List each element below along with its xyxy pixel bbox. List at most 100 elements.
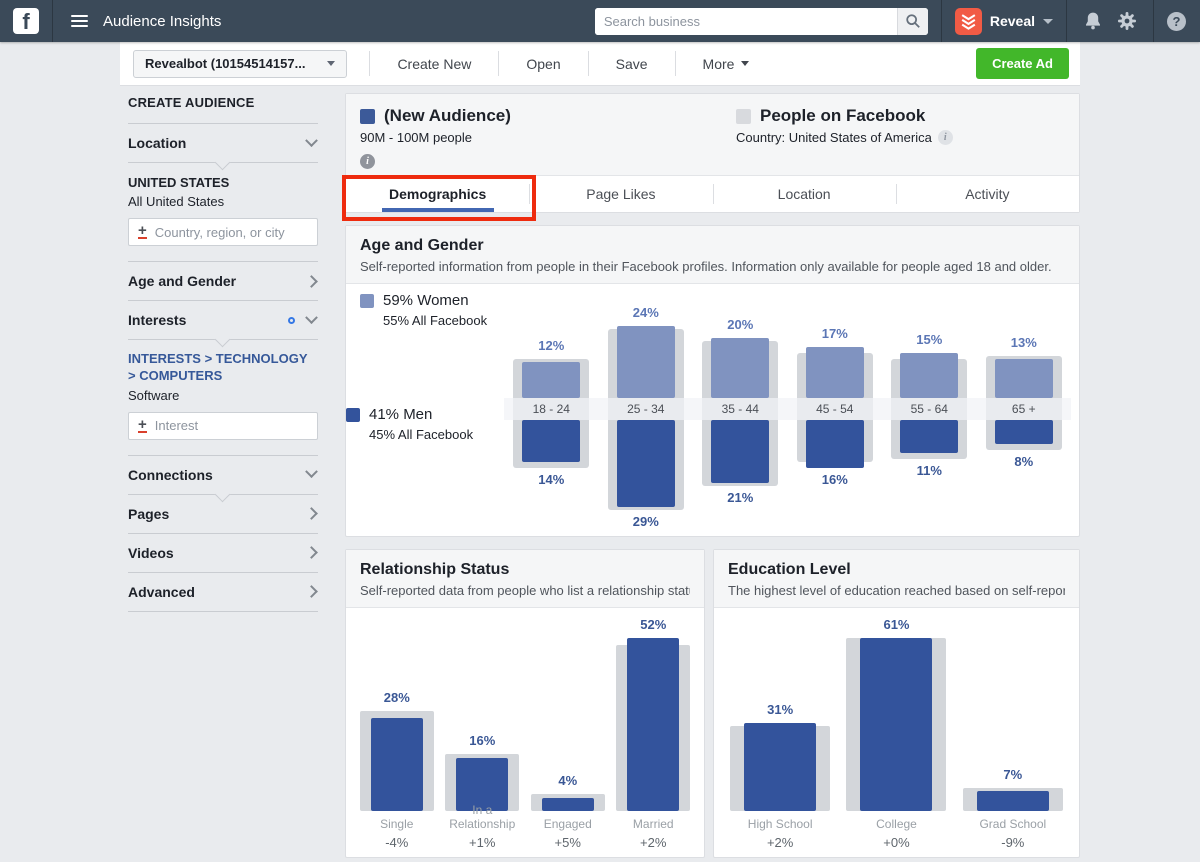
education-level-card: Education Level The highest level of edu… bbox=[713, 549, 1080, 858]
pages-label: Pages bbox=[128, 505, 170, 522]
women-value-label: 17% bbox=[821, 326, 848, 341]
bar-delta-label: -9% bbox=[1001, 835, 1025, 850]
audience-dropdown-label: Revealbot (10154514157... bbox=[145, 56, 306, 71]
info-icon[interactable]: i bbox=[360, 154, 375, 169]
bar-group: 52% Married +2% bbox=[611, 608, 697, 855]
connections-panel bbox=[128, 486, 318, 503]
benchmark-color-swatch bbox=[736, 108, 751, 124]
men-bar bbox=[900, 420, 959, 453]
age-group: 24% 29% 25 - 34 bbox=[599, 289, 694, 529]
men-value-label: 21% bbox=[727, 490, 754, 505]
more-button[interactable]: More bbox=[676, 42, 777, 85]
section-subtitle: The highest level of education reached b… bbox=[728, 583, 1065, 598]
gear-icon bbox=[1118, 12, 1136, 30]
people-on-facebook-column: People on Facebook Country: United State… bbox=[736, 106, 1065, 169]
benchmark-title: People on Facebook bbox=[760, 106, 926, 125]
bar-delta-label: +2% bbox=[640, 835, 667, 850]
relationship-status-chart: 28% Single -4% 16% In a Relationship +1% 4% Eng… bbox=[354, 608, 696, 855]
bar-value-label: 28% bbox=[383, 690, 410, 706]
relationship-status-header: Relationship Status Self-reported data f… bbox=[346, 550, 704, 608]
account-menu[interactable]: Reveal bbox=[954, 7, 1053, 35]
search-button[interactable] bbox=[896, 7, 928, 35]
interest-input[interactable] bbox=[154, 418, 308, 434]
bar-category-label: Single bbox=[380, 817, 414, 831]
women-value-label: 12% bbox=[538, 338, 565, 353]
bar-value-label: 7% bbox=[1003, 767, 1023, 783]
men-bar bbox=[616, 420, 675, 507]
tab-page-likes[interactable]: Page Likes bbox=[529, 176, 712, 212]
chevron-down-icon bbox=[305, 465, 318, 479]
interests-panel: INTERESTS > TECHNOLOGY > COMPUTERS Softw… bbox=[128, 331, 318, 455]
create-audience-sidebar: CREATE AUDIENCE Location UNITED STATES A… bbox=[128, 88, 318, 612]
sidebar-item-age-gender[interactable]: Age and Gender bbox=[128, 261, 318, 300]
create-new-button[interactable]: Create New bbox=[370, 42, 498, 85]
notifications-button[interactable] bbox=[1080, 8, 1106, 34]
audience-size: 90M - 100M people bbox=[360, 130, 473, 145]
women-bar bbox=[994, 359, 1053, 398]
bar-group: 7% Grad School -9% bbox=[955, 608, 1071, 855]
men-bar bbox=[711, 420, 770, 483]
age-gender-header: Age and Gender Self-reported information… bbox=[346, 226, 1079, 284]
section-title: Relationship Status bbox=[360, 561, 510, 578]
age-range-label: 18 - 24 bbox=[532, 402, 570, 416]
interest-value: Software bbox=[128, 387, 180, 403]
bar-value-label: 61% bbox=[883, 617, 910, 632]
audience-dropdown[interactable]: Revealbot (10154514157... bbox=[133, 49, 348, 78]
location-input[interactable] bbox=[154, 224, 308, 240]
tab-demographics[interactable]: Demographics bbox=[346, 176, 529, 212]
bar-delta-label: -4% bbox=[385, 835, 409, 850]
section-title: Age and Gender bbox=[360, 237, 484, 254]
relationship-status-card: Relationship Status Self-reported data f… bbox=[345, 549, 705, 858]
nav-divider bbox=[1153, 0, 1154, 42]
bar-group: 28% Single -4% bbox=[354, 608, 440, 855]
help-button[interactable]: ? bbox=[1167, 11, 1186, 31]
tab-activity[interactable]: Activity bbox=[895, 176, 1079, 212]
men-value-label: 11% bbox=[916, 463, 942, 478]
education-level-header: Education Level The highest level of edu… bbox=[714, 550, 1079, 608]
facebook-logo[interactable]: f bbox=[13, 8, 39, 34]
bar-delta-label: +2% bbox=[766, 835, 794, 850]
info-icon[interactable]: i bbox=[937, 130, 953, 145]
audience-summary-header: (New Audience) 90M - 100M people i Peopl… bbox=[346, 94, 1079, 175]
interests-breadcrumb[interactable]: INTERESTS > TECHNOLOGY > COMPUTERS bbox=[128, 351, 318, 385]
men-value-label: 16% bbox=[821, 472, 848, 487]
interests-label: Interests bbox=[128, 312, 187, 328]
bar-category-label: College bbox=[876, 817, 917, 831]
add-location-icon: + bbox=[138, 222, 147, 239]
value-bar bbox=[744, 723, 817, 811]
men-bar bbox=[522, 420, 581, 462]
age-range-label: 35 - 44 bbox=[721, 402, 759, 416]
chevron-right-icon bbox=[305, 585, 318, 599]
bar-group: 16% In a Relationship +1% bbox=[440, 608, 526, 855]
sidebar-heading: CREATE AUDIENCE bbox=[128, 95, 255, 110]
nav-divider bbox=[52, 0, 53, 42]
new-audience-column: (New Audience) 90M - 100M people i bbox=[360, 106, 736, 169]
create-ad-button[interactable]: Create Ad bbox=[976, 48, 1069, 79]
benchmark-country: Country: United States of America bbox=[736, 130, 932, 145]
value-bar bbox=[370, 717, 423, 811]
sidebar-item-videos[interactable]: Videos bbox=[128, 532, 318, 572]
add-interest-icon: + bbox=[138, 415, 147, 433]
audience-color-swatch bbox=[360, 108, 375, 124]
chevron-down-icon bbox=[741, 61, 750, 66]
women-bar bbox=[805, 347, 864, 398]
open-button[interactable]: Open bbox=[499, 42, 587, 85]
chevron-down-icon bbox=[305, 310, 318, 324]
location-panel: UNITED STATES All United States + bbox=[128, 154, 318, 261]
sidebar-item-advanced[interactable]: Advanced bbox=[128, 571, 318, 611]
chevron-down-icon bbox=[305, 133, 318, 147]
bar-value-label: 52% bbox=[640, 617, 667, 632]
women-bar bbox=[522, 362, 581, 398]
men-bar bbox=[805, 420, 864, 468]
section-subtitle: Self-reported information from people in… bbox=[360, 259, 1052, 274]
age-group: 12% 14% 18 - 24 bbox=[504, 289, 599, 529]
search-input[interactable] bbox=[594, 7, 897, 35]
menu-icon[interactable] bbox=[71, 15, 88, 27]
connections-label: Connections bbox=[128, 466, 213, 483]
location-region: UNITED STATES bbox=[128, 175, 230, 190]
settings-button[interactable] bbox=[1114, 8, 1140, 34]
age-range-label: 55 - 64 bbox=[910, 402, 948, 416]
chevron-down-icon bbox=[1043, 18, 1053, 24]
tab-location[interactable]: Location bbox=[712, 176, 896, 212]
save-button[interactable]: Save bbox=[589, 42, 675, 85]
